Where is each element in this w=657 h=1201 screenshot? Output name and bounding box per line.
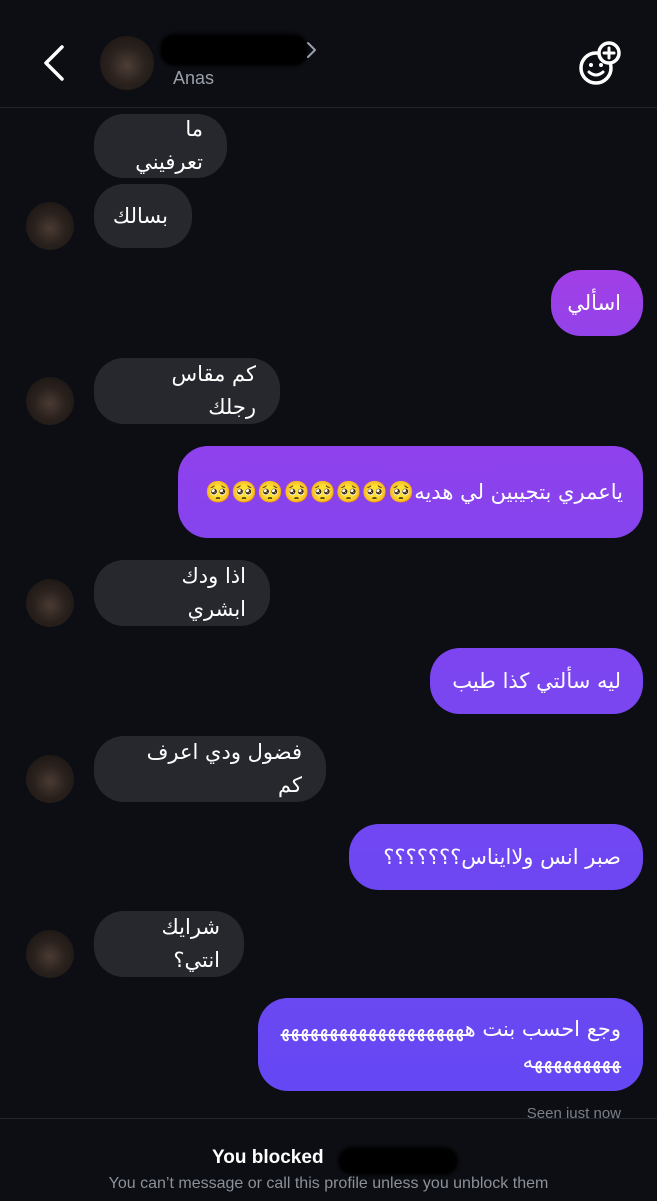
message-bubble-outgoing[interactable]: اسألي	[551, 270, 643, 336]
message-bubble-outgoing[interactable]: وجع احسب بنت ههههههههههههههههههههههههههه…	[258, 998, 643, 1091]
message-bubble-incoming[interactable]: فضول ودي اعرف كم	[94, 736, 326, 802]
message-text: بسالك	[112, 203, 168, 228]
blocked-banner: You blocked You can’t message or call th…	[0, 1118, 657, 1201]
message-text: شرايك انتي؟	[161, 915, 220, 972]
message-bubble-incoming[interactable]: شرايك انتي؟	[94, 911, 244, 977]
message-bubble-outgoing[interactable]: صبر انس ولاايناس؟؟؟؟؟؟؟	[349, 824, 643, 890]
message-text: اسألي	[567, 290, 621, 315]
message-text: وجع احسب بنت ههههههههههههههههههههههههههه…	[280, 1016, 621, 1073]
blocked-subtitle: You can’t message or call this profile u…	[108, 1175, 549, 1192]
message-text: كم مقاس رجلك	[171, 362, 256, 419]
redacted-username	[338, 1147, 458, 1175]
face-plus-icon	[579, 41, 621, 85]
message-text: ما تعرفيني	[135, 117, 203, 174]
sender-avatar[interactable]	[26, 202, 74, 250]
contact-name[interactable]: Anas	[173, 68, 214, 89]
chat-header: Anas	[0, 0, 657, 108]
message-text: صبر انس ولاايناس؟؟؟؟؟؟؟	[383, 844, 621, 869]
message-bubble-incoming[interactable]: اذا ودك ابشري	[94, 560, 270, 626]
message-bubble-incoming[interactable]: كم مقاس رجلك	[94, 358, 280, 424]
chevron-left-icon	[44, 45, 64, 81]
back-button[interactable]	[34, 40, 74, 86]
contact-avatar[interactable]	[100, 36, 154, 90]
message-bubble-outgoing[interactable]: ليه سألتي كذا طيب	[430, 648, 643, 714]
message-text: اذا ودك ابشري	[181, 564, 247, 621]
blocked-title: You blocked	[212, 1147, 324, 1168]
message-text: ليه سألتي كذا طيب	[452, 668, 621, 693]
chevron-right-icon[interactable]	[304, 40, 318, 60]
message-text: فضول ودي اعرف كم	[146, 740, 302, 797]
message-text: ياعمري بتجيبين لي هديه🥺🥺🥺🥺🥺🥺🥺🥺	[205, 480, 623, 504]
message-bubble-outgoing[interactable]: ياعمري بتجيبين لي هديه🥺🥺🥺🥺🥺🥺🥺🥺	[178, 446, 643, 538]
message-bubble-incoming[interactable]: بسالك	[94, 184, 192, 248]
effects-button[interactable]	[576, 40, 624, 88]
sender-avatar[interactable]	[26, 755, 74, 803]
sender-avatar[interactable]	[26, 377, 74, 425]
sender-avatar[interactable]	[26, 930, 74, 978]
redacted-username	[160, 34, 308, 66]
message-bubble-incoming[interactable]: ما تعرفيني	[94, 114, 227, 178]
sender-avatar[interactable]	[26, 579, 74, 627]
